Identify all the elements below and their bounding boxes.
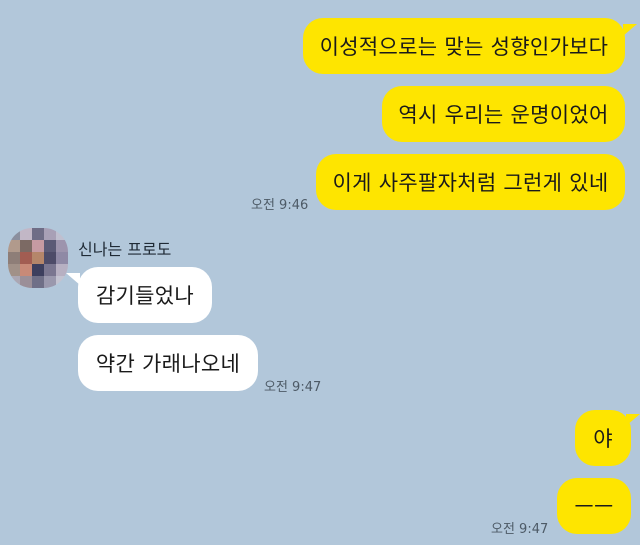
bubble-tail bbox=[66, 273, 80, 285]
message-text: ㅡㅡ bbox=[574, 495, 614, 519]
bubble-tail bbox=[623, 24, 637, 36]
message-timestamp: 오전 9:47 bbox=[264, 380, 322, 395]
my-message-bubble[interactable]: 이성적으로는 맞는 성향인가보다 bbox=[303, 18, 625, 74]
profile-avatar[interactable] bbox=[8, 228, 68, 288]
message-text: 약간 가래나오네 bbox=[95, 352, 241, 376]
message-text: 감기들었나 bbox=[95, 284, 195, 308]
message-text: 이게 사주팔자처럼 그런게 있네 bbox=[332, 171, 609, 195]
sender-name: 신나는 프로도 bbox=[78, 240, 172, 259]
my-message-bubble[interactable]: 이게 사주팔자처럼 그런게 있네 bbox=[316, 154, 625, 210]
message-timestamp: 오전 9:47 bbox=[491, 522, 549, 537]
my-message-bubble[interactable]: 야 bbox=[575, 410, 631, 466]
message-text: 이성적으로는 맞는 성향인가보다 bbox=[319, 35, 609, 59]
my-message-bubble[interactable]: 역시 우리는 운명이었어 bbox=[382, 86, 625, 142]
their-message-bubble[interactable]: 약간 가래나오네 bbox=[78, 335, 258, 391]
bubble-tail bbox=[626, 414, 640, 426]
their-message-bubble[interactable]: 감기들었나 bbox=[78, 267, 212, 323]
my-message-bubble[interactable]: ㅡㅡ bbox=[557, 478, 631, 534]
message-timestamp: 오전 9:46 bbox=[251, 198, 309, 213]
message-text: 역시 우리는 운명이었어 bbox=[398, 103, 609, 127]
message-text: 야 bbox=[593, 427, 613, 451]
